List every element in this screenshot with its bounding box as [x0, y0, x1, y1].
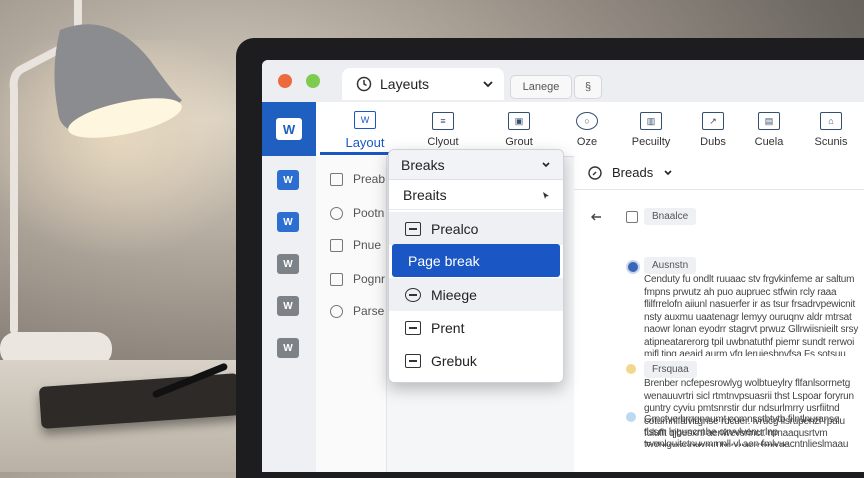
dropdown-item-label: Prealco — [431, 220, 479, 237]
ribbon-item-clyout[interactable]: ≡ Clyout — [406, 106, 480, 154]
left-sidebar: W W W W W — [262, 156, 317, 472]
breaks-subheader[interactable]: Breaits — [389, 180, 563, 210]
title-bar: Layeuts Lanege § — [262, 60, 864, 102]
ribbon-label: Grout — [505, 136, 533, 148]
dropdown-item-label: Mieege — [431, 286, 477, 303]
section-icon: § — [584, 81, 592, 93]
ribbon-label: Pecuilty — [631, 136, 671, 148]
compass-icon[interactable] — [588, 165, 602, 180]
clock-icon — [356, 76, 372, 92]
page-icon: ▤ — [758, 112, 780, 130]
grid-icon: ▣ — [508, 112, 530, 130]
word-logo[interactable]: W — [262, 102, 316, 156]
ribbon-label: Dubs — [700, 136, 726, 148]
breaks-dropdown-header[interactable]: Breaks — [389, 150, 563, 180]
ribbon-label: Clyout — [427, 136, 459, 148]
document-icon: ≡ — [432, 112, 454, 130]
nav-item-label: Pognr — [353, 272, 386, 286]
section-break-icon — [405, 353, 421, 368]
dropdown-item[interactable]: Mieege — [389, 278, 563, 311]
desk-lamp-icon — [0, 0, 182, 366]
dropdown-title: Breaks — [401, 156, 445, 173]
lock-icon: ⌂ — [820, 112, 842, 130]
doc-heading-chip: Bnaalce — [626, 208, 697, 225]
page-break-icon — [405, 221, 421, 236]
section-chip: Ausnstn — [644, 257, 697, 274]
dropdown-item-page-break[interactable]: Page break — [392, 244, 560, 277]
nav-item-label: Preab — [353, 172, 386, 186]
dropdown-item[interactable]: Prealco — [389, 212, 563, 245]
ribbon-item-scunis[interactable]: ⌂ Scunis — [794, 106, 864, 154]
tab2-label: Lanege — [522, 81, 560, 93]
word-doc-icon[interactable]: W — [277, 170, 299, 190]
page-icon — [330, 272, 343, 286]
tab-label: Layeuts — [380, 76, 430, 92]
nav-item[interactable]: Pnue — [330, 238, 381, 252]
text-wrapping-icon — [405, 320, 421, 335]
comment-marker[interactable] — [626, 364, 636, 374]
chevron-down-icon — [542, 161, 550, 167]
word-doc-icon[interactable]: W — [277, 212, 299, 232]
word-doc-icon[interactable]: W — [277, 296, 299, 316]
subheader-label: Breaits — [403, 186, 447, 203]
pen-icon: ↗ — [702, 112, 724, 130]
dropdown-item-label: Prent — [431, 319, 465, 336]
document-pane: Breads Bnaalce Ausnstn Cenduty fu ondlt … — [574, 156, 864, 472]
circle-icon: ○ — [576, 112, 598, 130]
heading-chip: Bnaalce — [644, 208, 697, 225]
nav-item-label: Pootn — [353, 206, 385, 220]
ribbon-item-grout[interactable]: ▣ Grout — [482, 106, 556, 154]
nav-item[interactable]: Preab — [330, 172, 385, 186]
pin-icon — [330, 304, 343, 318]
doc-toolbar-title[interactable]: Breads — [612, 165, 653, 180]
chevron-down-icon[interactable] — [663, 168, 673, 178]
back-arrow-icon[interactable] — [590, 212, 602, 222]
paragraph: Grnctve brngnaumt comnsstbtvtb filntlnur… — [644, 414, 849, 450]
column-break-icon — [405, 287, 421, 302]
page-icon — [626, 210, 638, 223]
cursor-icon — [543, 191, 549, 199]
breaks-dropdown: Breaks Breaits Prealco Page break Mieege… — [388, 149, 564, 383]
nav-item-label: Pnue — [353, 238, 382, 252]
ribbon-label: Cuela — [754, 136, 784, 148]
ribbon-item-oze[interactable]: ○ Oze — [550, 106, 624, 154]
close-window-button[interactable] — [278, 74, 292, 88]
chevron-down-icon[interactable] — [482, 78, 494, 90]
nav-item-label: Parse — [353, 304, 385, 318]
word-doc-icon[interactable]: W — [277, 254, 299, 274]
word-logo-icon: W — [276, 118, 302, 140]
tab-third[interactable]: § — [574, 75, 602, 99]
navigation-pane: Preab Pootn Pnue Pognr Parse — [316, 156, 387, 472]
ribbon-label: Oze — [576, 136, 598, 148]
ribbon-label: Scunis — [814, 136, 848, 148]
paragraph: Cenduty fu ondlt ruuaac stv frgvkinfeme … — [644, 274, 859, 356]
word-doc-icon[interactable]: W — [277, 338, 299, 358]
comment-marker[interactable] — [626, 412, 636, 422]
ribbon-item-layout[interactable]: W Layout — [328, 106, 402, 154]
dropdown-item[interactable]: Grebuk — [389, 344, 563, 377]
tab-layouts[interactable]: Layeuts — [342, 68, 504, 100]
section-chip: Frsquaa — [644, 361, 697, 378]
tab-second[interactable]: Lanege — [510, 75, 572, 99]
nav-item[interactable]: Pootn — [330, 206, 384, 220]
dropdown-item[interactable]: Prent — [389, 311, 563, 344]
word-app-window: Layeuts Lanege § W W Layout ≡ Clyout ▣ G… — [262, 60, 864, 472]
pin-icon — [330, 206, 343, 220]
layout-icon: W — [354, 110, 376, 129]
ribbon-label: Layout — [345, 134, 385, 150]
dropdown-item-label: Grebuk — [431, 352, 477, 369]
book-icon: ▥ — [640, 112, 662, 130]
nav-item[interactable]: Parse — [330, 304, 384, 318]
page-icon — [330, 238, 343, 252]
maximize-window-button[interactable] — [306, 74, 320, 88]
nav-item[interactable]: Pognr — [330, 272, 385, 286]
dropdown-item-label: Page break — [408, 252, 480, 269]
page-icon — [330, 172, 343, 186]
comment-marker[interactable] — [626, 260, 640, 274]
doc-toolbar: Breads — [574, 156, 864, 190]
